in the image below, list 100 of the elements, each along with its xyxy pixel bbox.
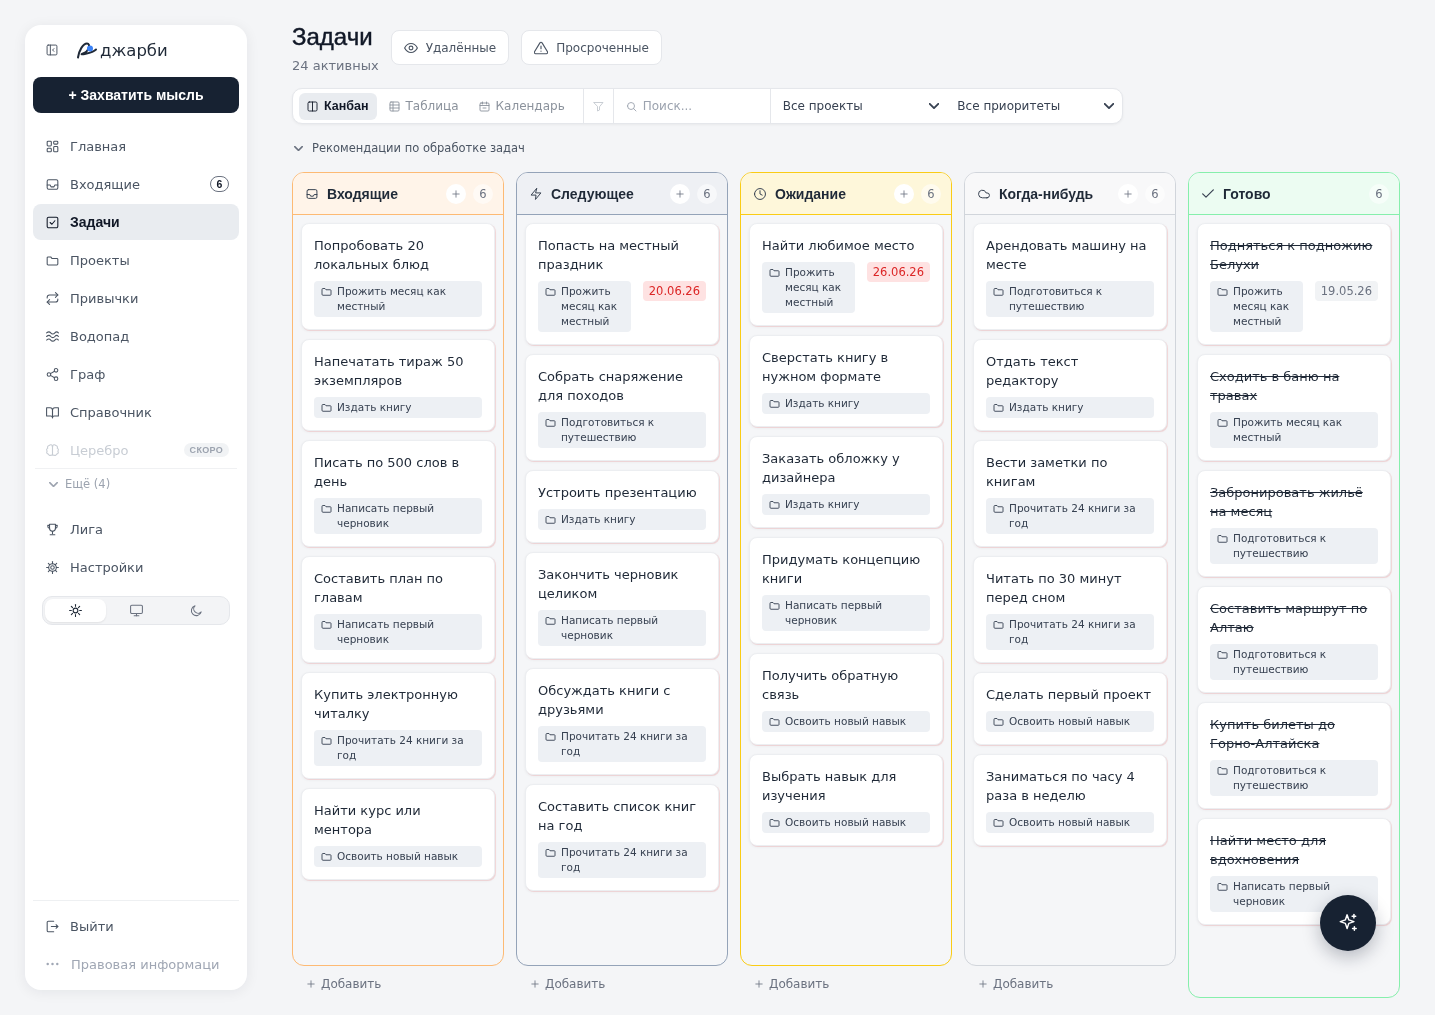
folder-icon: [321, 402, 332, 413]
chevron-icon: [294, 145, 303, 151]
sidebar-toggle-icon[interactable]: [46, 44, 58, 56]
task-card[interactable]: Составить список книг на год Прочитать 24 книги за год: [525, 784, 719, 891]
overdue-button[interactable]: Просроченные: [521, 30, 662, 65]
add-task-button[interactable]: Добавить: [740, 966, 844, 998]
filter-icon[interactable]: [592, 100, 604, 112]
project-name: Освоить новый навык: [785, 815, 907, 830]
project-name: Освоить новый навык: [1009, 815, 1131, 830]
folder-icon: [321, 619, 332, 630]
check-icon: [1202, 189, 1214, 198]
nav-item[interactable]: Справочник: [33, 394, 239, 430]
chevron-down-icon: [1104, 103, 1114, 109]
folder-icon: [321, 286, 332, 297]
task-card[interactable]: Выбрать навык для изучения Освоить новый навык: [749, 754, 943, 846]
priority-filter[interactable]: Все приоритеты: [945, 89, 1120, 123]
folder-icon: [1217, 417, 1228, 428]
task-card[interactable]: Устроить презентацию Издать книгу: [525, 470, 719, 543]
add-card-button[interactable]: [670, 183, 690, 204]
task-title: Купить электронную читалку: [314, 686, 459, 723]
task-card[interactable]: Найти место для вдохновения Написать первый черновик: [1197, 818, 1391, 925]
task-card[interactable]: Сходить в баню на травах Прожить месяц как местный: [1197, 354, 1391, 461]
task-card[interactable]: Собрать снаряжение для походов Подготовиться к путешествию: [525, 354, 719, 461]
card-count: 6: [1369, 183, 1389, 204]
task-card[interactable]: Обсуждать книги с друзьями Прочитать 24 книги за год: [525, 668, 719, 775]
logout-link[interactable]: Выйти: [33, 908, 239, 944]
task-title: Сделать первый проект: [986, 686, 1153, 704]
add-card-button[interactable]: [1118, 183, 1138, 204]
plus-icon: [1123, 188, 1133, 199]
task-card[interactable]: Заказать обложку у дизайнера Издать книгу: [749, 436, 943, 528]
task-card[interactable]: Составить план по главам Написать первый черновик: [301, 556, 495, 663]
task-title: Читать по 30 минут перед сном: [986, 570, 1123, 607]
column-title: Готово: [1223, 185, 1271, 202]
nav-item[interactable]: Привычки: [33, 280, 239, 316]
folder-icon: [545, 514, 556, 525]
task-card[interactable]: Найти любимое место Прожить месяц как местный 26.06.26: [749, 223, 943, 326]
settings-icon: [46, 560, 59, 574]
task-card[interactable]: Составить маршрут по Алтаю Подготовиться к путешествию: [1197, 586, 1391, 693]
deleted-button[interactable]: Удалённые: [390, 30, 510, 65]
nav-item[interactable]: Лига: [33, 511, 239, 547]
add-card-button[interactable]: [446, 183, 466, 204]
add-task-button[interactable]: Добавить: [292, 966, 396, 998]
checkbox-icon: [46, 215, 59, 229]
logo-text: джарби: [100, 40, 168, 60]
search-field[interactable]: Поиск...: [642, 94, 760, 118]
task-card[interactable]: Придумать концепцию книги Написать первый черновик: [749, 537, 943, 644]
task-card[interactable]: Купить билеты до Горно-Алтайска Подготовиться к путешествию: [1197, 702, 1391, 809]
task-card[interactable]: Забронировать жильё на месяц Подготовиться к путешествию: [1197, 470, 1391, 577]
task-card[interactable]: Вести заметки по книгам Прочитать 24 книги за год: [973, 440, 1167, 547]
add-task-button[interactable]: Добавить: [516, 966, 620, 998]
task-title: Составить план по главам: [314, 570, 445, 607]
search-icon: [625, 100, 637, 112]
task-card[interactable]: Подняться к подножию Белухи Прожить месяц как местный 19.05.26: [1197, 223, 1391, 345]
task-card[interactable]: Попасть на местный праздник Прожить месяц как местный 20.06.26: [525, 223, 719, 345]
task-card[interactable]: Получить обратную связь Освоить новый навык: [749, 653, 943, 745]
task-title: Купить билеты до Горно-Алтайска: [1210, 716, 1336, 753]
recommendations-toggle[interactable]: Рекомендации по обработке задач: [292, 140, 525, 156]
nav-item[interactable]: Главная: [33, 128, 239, 164]
task-card[interactable]: Писать по 500 слов в день Написать первый черновик: [301, 440, 495, 547]
nav-item[interactable]: Водопад: [33, 318, 239, 354]
view-tab[interactable]: Канбан: [299, 92, 377, 120]
theme-button[interactable]: [45, 599, 106, 622]
plus-icon: [451, 188, 461, 199]
nav-item[interactable]: Задачи: [33, 204, 239, 240]
nav-item[interactable]: Входящие 6: [33, 166, 239, 202]
project-name: Написать первый черновик: [785, 598, 884, 628]
task-title: Заниматься по часу 4 раза в неделю: [986, 768, 1136, 805]
task-card[interactable]: Отдать текст редактору Издать книгу: [973, 339, 1167, 431]
capture-button[interactable]: + Захватить мысль: [33, 77, 239, 113]
nav-item[interactable]: Граф: [33, 356, 239, 392]
page-title: Задачи: [292, 25, 374, 49]
task-card[interactable]: Напечатать тираж 50 экземпляров Издать книгу: [301, 339, 495, 431]
logo-icon: [76, 40, 98, 60]
plus-icon: [899, 188, 909, 199]
task-card[interactable]: Найти курс или ментора Освоить новый навык: [301, 788, 495, 880]
task-card[interactable]: Сделать первый проект Освоить новый навык: [973, 672, 1167, 745]
folder-icon: [993, 286, 1004, 297]
task-card[interactable]: Попробовать 20 локальных блюд Прожить месяц как местный: [301, 223, 495, 330]
table-icon: [388, 100, 400, 112]
nav-item[interactable]: Проекты: [33, 242, 239, 278]
task-card[interactable]: Сверстать книгу в нужном формате Издать книгу: [749, 335, 943, 427]
task-title: Найти место для вдохновения: [1210, 832, 1328, 869]
folder-icon: [1217, 765, 1228, 776]
task-card[interactable]: Закончить черновик целиком Написать первый черновик: [525, 552, 719, 659]
task-card[interactable]: Купить электронную читалку Прочитать 24 книги за год: [301, 672, 495, 779]
task-card[interactable]: Заниматься по часу 4 раза в неделю Освоить новый навык: [973, 754, 1167, 846]
task-card[interactable]: Читать по 30 минут перед сном Прочитать 24 книги за год: [973, 556, 1167, 663]
folder-icon: [993, 817, 1004, 828]
task-title: Составить маршрут по Алтаю: [1210, 600, 1369, 637]
add-task-button[interactable]: Добавить: [964, 966, 1068, 998]
task-title: Заказать обложку у дизайнера: [762, 450, 901, 487]
task-title: Подняться к подножию Белухи: [1210, 237, 1374, 274]
add-card-button[interactable]: [894, 183, 914, 204]
monitor-icon: [129, 604, 143, 617]
task-card[interactable]: Арендовать машину на месте Подготовиться к путешествию: [973, 223, 1167, 330]
nav-item[interactable]: Настройки: [33, 549, 239, 585]
project-filter[interactable]: Все проекты: [770, 89, 946, 123]
folder-icon: [993, 716, 1004, 727]
folder-icon: [1217, 533, 1228, 544]
project-name: Прочитать 24 книги за год: [337, 733, 465, 763]
